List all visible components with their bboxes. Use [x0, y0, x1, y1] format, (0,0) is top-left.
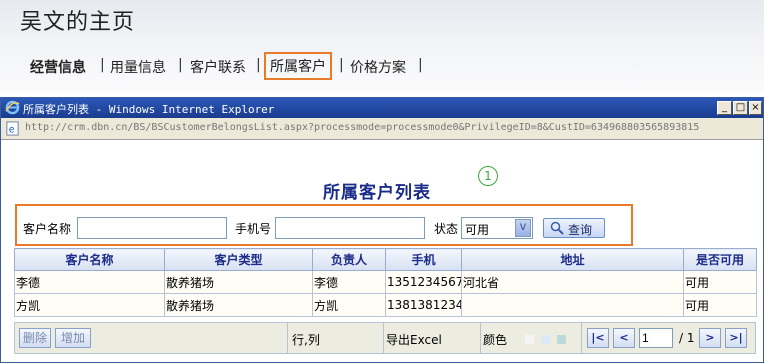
address-url[interactable]: http://crm.dbn.cn/BS/BSCustomerBelongsLi… [25, 122, 699, 133]
nav-separator: | [339, 57, 344, 73]
last-page-button[interactable]: >| [725, 328, 747, 348]
restore-button[interactable]: □ [733, 101, 748, 115]
ie-logo-icon [5, 100, 20, 115]
nav-separator: | [178, 57, 183, 73]
add-button[interactable]: 增加 [55, 328, 91, 348]
table-cell: 13813812345 [385, 293, 462, 317]
nav-item-my-customers[interactable]: 所属客户 [264, 52, 332, 80]
color-swatch[interactable] [541, 335, 550, 344]
page-icon: e [6, 121, 19, 136]
page-title: 所属客户列表 [323, 183, 431, 203]
table-cell: 李德 [312, 270, 386, 294]
page-total: / 1 [679, 331, 695, 345]
customer-table: 客户名称 客户类型 负责人 手机 地址 是否可用 李德 散养猪场 李德 1351… [14, 248, 757, 317]
row-col-label[interactable]: 行,列 [292, 331, 320, 348]
table-cell: 可用 [683, 270, 757, 294]
column-header[interactable]: 手机 [385, 248, 462, 271]
nav-item-business-info[interactable]: 经营信息 [30, 57, 86, 77]
export-cell: 导出Excel [384, 323, 481, 353]
status-select-value: 可用 [465, 223, 490, 237]
address-bar[interactable]: e http://crm.dbn.cn/BS/BSCustomerBelongs… [1, 118, 763, 140]
close-button[interactable]: × [749, 101, 762, 115]
site-title: 吴文的主页 [20, 10, 136, 35]
table-cell: 可用 [683, 293, 757, 317]
next-page-button[interactable]: > [699, 328, 721, 348]
customer-name-input[interactable] [77, 217, 227, 239]
table-cell: 方凯 [312, 293, 386, 317]
phone-label: 手机号 [235, 222, 272, 236]
table-cell [461, 293, 684, 317]
color-label: 颜色 [483, 333, 508, 347]
table-cell: 方凯 [14, 293, 165, 317]
query-button-label: 查询 [568, 223, 593, 237]
nav-separator: | [100, 57, 105, 73]
magnifier-icon [550, 221, 564, 235]
page-number-input[interactable] [639, 328, 673, 348]
status-select[interactable]: 可用 V [461, 217, 533, 239]
svg-text:e: e [9, 124, 15, 135]
table-cell: 13512345678 [385, 270, 462, 294]
table-toolbar: 删除 增加 行,列 导出Excel 颜色 |< < / 1 > >| [14, 322, 756, 354]
color-swatch[interactable] [525, 335, 534, 344]
nav-item-usage-info[interactable]: 用量信息 [110, 57, 166, 77]
color-cell: 颜色 [481, 323, 582, 353]
color-swatch[interactable] [557, 335, 566, 344]
dropdown-arrow-icon[interactable]: V [515, 219, 531, 237]
nav-separator: | [256, 57, 261, 73]
nav-item-price-plan[interactable]: 价格方案 [350, 57, 406, 77]
prev-page-button[interactable]: < [613, 328, 635, 348]
browser-titlebar[interactable]: 所属客户列表 - Windows Internet Explorer _ □ × [1, 98, 763, 118]
nav-item-customer-contact[interactable]: 客户联系 [190, 57, 246, 77]
table-cell: 散养猪场 [164, 270, 313, 294]
column-header[interactable]: 是否可用 [683, 248, 757, 271]
table-header-row: 客户名称 客户类型 负责人 手机 地址 是否可用 [14, 248, 757, 271]
column-header[interactable]: 客户类型 [164, 248, 313, 271]
minimize-button[interactable]: _ [717, 101, 732, 115]
nav-separator: | [418, 57, 423, 73]
first-page-button[interactable]: |< [587, 328, 609, 348]
column-header[interactable]: 负责人 [312, 248, 386, 271]
toolbar-actions: 删除 增加 [15, 323, 288, 353]
delete-button[interactable]: 删除 [19, 328, 51, 348]
phone-input[interactable] [275, 217, 425, 239]
table-cell: 河北省 [461, 270, 684, 294]
search-panel: 客户名称 手机号 状态 可用 V 查询 [15, 204, 633, 246]
table-cell: 李德 [14, 270, 165, 294]
table-row[interactable]: 李德 散养猪场 李德 13512345678 河北省 可用 [14, 270, 757, 294]
table-row[interactable]: 方凯 散养猪场 方凯 13813812345 可用 [14, 293, 757, 317]
export-excel-link[interactable]: 导出Excel [386, 331, 442, 348]
column-header[interactable]: 地址 [461, 248, 684, 271]
annotation-marker: 1 [478, 166, 498, 186]
row-col-cell: 行,列 [288, 323, 384, 353]
browser-title: 所属客户列表 - Windows Internet Explorer [23, 103, 275, 116]
customer-name-label: 客户名称 [23, 222, 72, 236]
table-cell: 散养猪场 [164, 293, 313, 317]
status-label: 状态 [434, 222, 459, 236]
query-button[interactable]: 查询 [543, 218, 605, 238]
page-header: 吴文的主页 经营信息 | 用量信息 | 客户联系 | 所属客户 | 价格方案 | [0, 0, 764, 92]
column-header[interactable]: 客户名称 [14, 248, 165, 271]
